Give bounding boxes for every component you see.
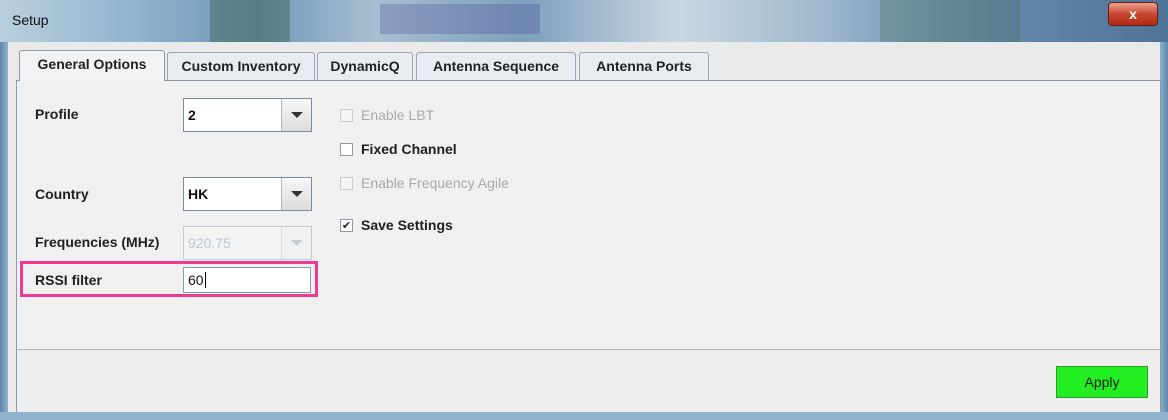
- frequencies-dropdown: 920.75: [183, 226, 312, 260]
- text-caret: [204, 272, 206, 288]
- enable-frequency-agile-option: Enable Frequency Agile: [340, 175, 509, 191]
- window-title: Setup: [12, 12, 49, 28]
- tab-dynamicq[interactable]: DynamicQ: [317, 52, 413, 80]
- tab-custom-inventory[interactable]: Custom Inventory: [167, 52, 315, 80]
- dialog-footer: [16, 350, 1161, 412]
- chevron-down-icon[interactable]: [281, 99, 311, 131]
- frequencies-label: Frequencies (MHz): [35, 234, 160, 250]
- save-settings-checkbox[interactable]: [340, 218, 353, 232]
- fixed-channel-checkbox[interactable]: [340, 142, 353, 156]
- enable-frequency-agile-label: Enable Frequency Agile: [361, 175, 509, 191]
- title-bar-background-blur: [380, 4, 540, 34]
- frequencies-value: 920.75: [188, 235, 231, 251]
- fixed-channel-label[interactable]: Fixed Channel: [361, 141, 457, 157]
- close-button[interactable]: x: [1108, 2, 1158, 26]
- chevron-down-icon: [281, 227, 311, 259]
- profile-dropdown[interactable]: 2: [183, 98, 312, 132]
- fixed-channel-option[interactable]: Fixed Channel: [340, 141, 457, 157]
- save-settings-option[interactable]: Save Settings: [340, 217, 453, 233]
- save-settings-label[interactable]: Save Settings: [361, 217, 453, 233]
- window-frame-left: [0, 42, 8, 420]
- tab-antenna-ports[interactable]: Antenna Ports: [579, 52, 709, 80]
- window-frame-right: [1160, 42, 1168, 420]
- tab-antenna-sequence[interactable]: Antenna Sequence: [416, 52, 576, 80]
- tab-general-options[interactable]: General Options: [19, 50, 165, 81]
- country-value: HK: [188, 186, 209, 202]
- close-icon: x: [1129, 6, 1137, 22]
- enable-lbt-option: Enable LBT: [340, 107, 434, 123]
- window-frame-bottom: [0, 412, 1168, 420]
- enable-lbt-checkbox: [340, 108, 353, 122]
- enable-frequency-agile-checkbox: [340, 176, 353, 190]
- chevron-down-icon[interactable]: [281, 178, 311, 210]
- enable-lbt-label: Enable LBT: [361, 107, 435, 123]
- rssi-filter-label: RSSI filter: [35, 272, 102, 288]
- title-bar[interactable]: Setup x: [0, 0, 1168, 42]
- apply-button[interactable]: Apply: [1056, 366, 1148, 398]
- profile-value: 2: [188, 107, 196, 123]
- country-label: Country: [35, 186, 89, 202]
- profile-label: Profile: [35, 106, 79, 122]
- rssi-filter-input[interactable]: 60: [183, 267, 311, 293]
- title-bar-background-blur: [880, 0, 1020, 42]
- title-bar-background-blur: [210, 0, 290, 42]
- rssi-filter-value: 60: [188, 272, 204, 288]
- country-dropdown[interactable]: HK: [183, 177, 312, 211]
